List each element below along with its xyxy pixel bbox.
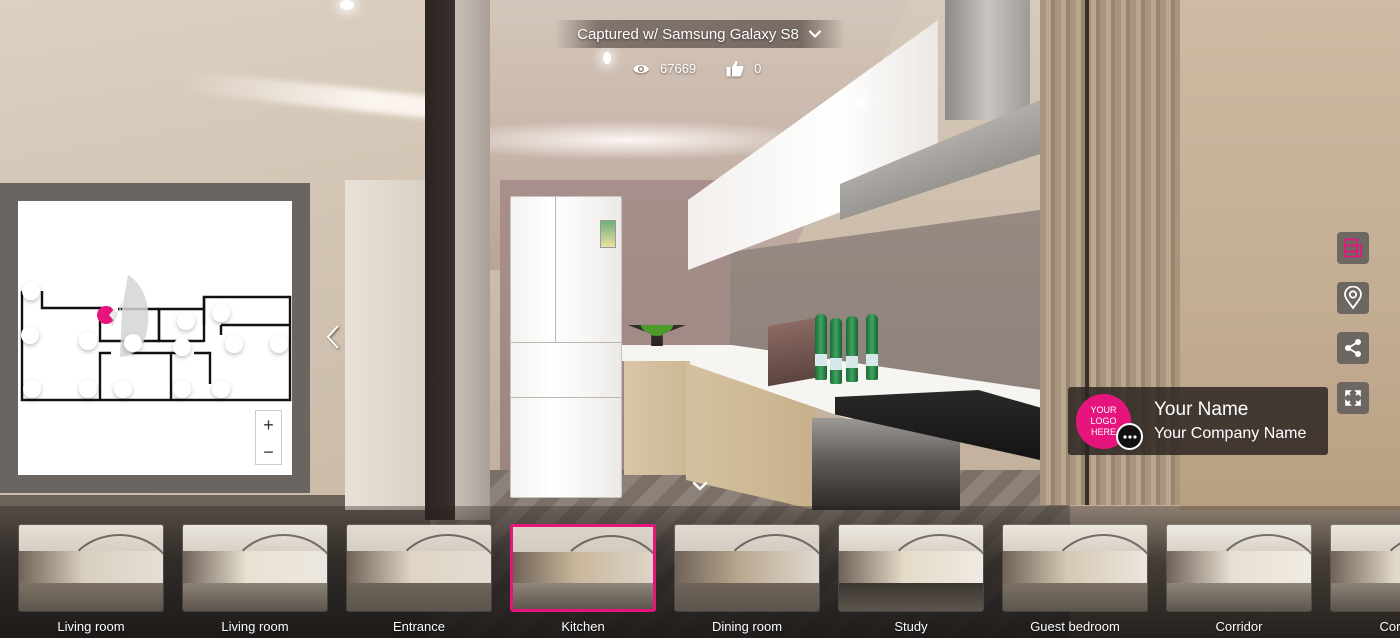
thumbnail-image[interactable] — [1002, 524, 1148, 612]
scene-bottle — [846, 316, 858, 382]
likes-count: 0 — [754, 61, 762, 76]
likes-stat[interactable]: 0 — [726, 60, 761, 77]
location-button[interactable] — [1337, 282, 1369, 314]
thumbnail-label: Study — [894, 619, 928, 634]
ellipsis-icon — [1122, 434, 1137, 439]
scene-thumbnail[interactable]: Guest bedroom — [1002, 524, 1148, 634]
thumbnail-list: Living room Living room Entrance Kitchen Din… — [18, 524, 1400, 634]
agent-profile-card[interactable]: YOUR LOGO HERE Your Name Your Company Na… — [1068, 387, 1328, 455]
hotspot[interactable] — [212, 304, 230, 322]
hotspot[interactable] — [79, 332, 97, 350]
zoom-in-button[interactable]: + — [256, 411, 281, 438]
thumbnail-label: Entrance — [392, 619, 446, 634]
logo-text: YOUR — [1090, 405, 1117, 415]
scene-spotlight — [603, 52, 611, 64]
floorplan-drawing — [20, 275, 292, 402]
thumbnail-label: Corridor — [1215, 619, 1263, 634]
scene-thumbnail[interactable]: Corridor — [1330, 524, 1400, 634]
thumbnail-image[interactable] — [182, 524, 328, 612]
thumbnail-label: Living room — [221, 619, 289, 634]
floorplan-toggle-button[interactable] — [1337, 232, 1369, 264]
scene-bottle — [830, 318, 842, 384]
scene-bottle — [815, 314, 827, 380]
hotspot[interactable] — [212, 380, 230, 398]
floorplan-walls — [20, 289, 292, 402]
scene-thumbnail[interactable]: Living room — [182, 524, 328, 634]
stats-bar: 67669 0 — [632, 60, 761, 77]
eye-icon — [633, 64, 649, 73]
zoom-out-button[interactable]: − — [256, 438, 281, 465]
fullscreen-button[interactable] — [1337, 382, 1369, 414]
thumbnail-label: Living room — [57, 619, 125, 634]
hotspot[interactable] — [177, 312, 195, 330]
scene-book — [768, 317, 816, 387]
views-count: 67669 — [660, 61, 697, 76]
scene-thumbnail-strip: Living room Living room Entrance Kitchen Din… — [0, 506, 1400, 638]
share-button[interactable] — [1337, 332, 1369, 364]
scene-fridge-label — [600, 220, 616, 248]
minimap-zoom-control: + − — [255, 410, 282, 465]
hotspot[interactable] — [270, 335, 288, 353]
floorplan-icon — [1344, 238, 1362, 258]
thumbs-up-icon[interactable] — [726, 60, 744, 77]
scene-lower-cabinet — [624, 360, 688, 475]
thumbnail-label: Dining room — [711, 619, 783, 634]
scene-door-frame — [455, 0, 490, 520]
thumbnail-image[interactable] — [346, 524, 492, 612]
thumbnail-image[interactable] — [510, 524, 656, 612]
thumbnail-label: Corridor — [1379, 619, 1400, 634]
toggle-thumbnails-chevron-icon[interactable] — [692, 480, 708, 492]
logo-text: HERE — [1090, 427, 1116, 437]
hotspot[interactable] — [173, 338, 191, 356]
previous-scene-arrow-icon[interactable] — [320, 320, 344, 354]
scene-thumbnail[interactable]: Corridor — [1166, 524, 1312, 634]
profile-company: Your Company Name — [1154, 425, 1307, 442]
scene-hood-chimney — [945, 0, 1030, 120]
scene-thumbnail[interactable]: Entrance — [346, 524, 492, 634]
thumbnail-label: Kitchen — [561, 619, 605, 634]
thumbnail-image[interactable] — [18, 524, 164, 612]
scene-bottle — [866, 314, 878, 380]
hotspot[interactable] — [21, 326, 39, 344]
scene-wall-panel — [345, 180, 425, 510]
chevron-down-icon — [808, 30, 821, 38]
hotspot[interactable] — [23, 380, 41, 398]
thumbnail-image[interactable] — [1330, 524, 1400, 612]
scene-spotlight — [858, 98, 865, 107]
more-options-button[interactable] — [1116, 423, 1143, 450]
thumbnail-image[interactable] — [1166, 524, 1312, 612]
hotspot[interactable] — [225, 335, 243, 353]
hotspot[interactable] — [114, 380, 132, 398]
device-info-dropdown[interactable]: Captured w/ Samsung Galaxy S8 — [555, 20, 845, 48]
share-icon — [1345, 339, 1361, 357]
hotspot[interactable] — [79, 380, 97, 398]
scene-door-frame — [425, 0, 455, 520]
scene-thumbnail[interactable]: Study — [838, 524, 984, 634]
header-title: Captured w/ Samsung Galaxy S8 — [577, 25, 799, 43]
floorplan-minimap[interactable] — [18, 201, 292, 475]
logo-text: LOGO — [1090, 416, 1117, 426]
map-pin-icon — [1344, 286, 1362, 310]
hotspot[interactable] — [22, 282, 40, 300]
scene-thumbnail[interactable]: Dining room — [674, 524, 820, 634]
scene-thumbnail[interactable]: Living room — [18, 524, 164, 634]
profile-name: Your Name — [1154, 399, 1249, 420]
scene-spotlight — [340, 0, 354, 10]
thumbnail-image[interactable] — [838, 524, 984, 612]
scene-thumbnail[interactable]: Kitchen — [510, 524, 656, 634]
fullscreen-icon — [1345, 390, 1361, 406]
hotspot[interactable] — [173, 380, 191, 398]
thumbnail-label: Guest bedroom — [1030, 619, 1120, 634]
views-stat: 67669 — [632, 61, 696, 76]
thumbnail-image[interactable] — [674, 524, 820, 612]
hotspot[interactable] — [124, 334, 142, 352]
current-location-marker — [97, 306, 115, 324]
